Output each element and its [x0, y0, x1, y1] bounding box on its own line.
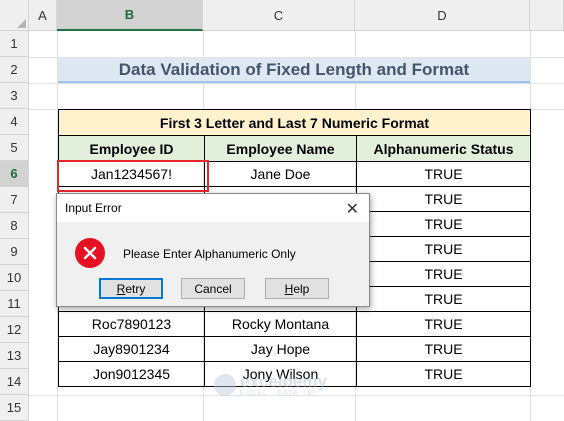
column-header-d[interactable]: D [355, 0, 530, 31]
help-button[interactable]: Help [265, 278, 329, 299]
retry-button[interactable]: Retry [99, 278, 163, 299]
close-icon[interactable]: ✕ [346, 199, 359, 219]
row-header-2[interactable]: 2 [0, 57, 29, 83]
sheet-title[interactable]: Data Validation of Fixed Length and Form… [58, 58, 530, 83]
row-header-7[interactable]: 7 [0, 187, 29, 213]
watermark-name: exceldemy [240, 372, 327, 391]
row-header-3[interactable]: 3 [0, 83, 29, 109]
row-header-15[interactable]: 15 [0, 395, 29, 421]
cell-status[interactable]: TRUE [356, 261, 531, 287]
cell-status[interactable]: TRUE [356, 336, 531, 362]
cell-employee-name[interactable]: Rocky Montana [204, 311, 357, 337]
column-header-b[interactable]: B [57, 0, 203, 31]
active-cell-border [57, 160, 209, 192]
column-header-a[interactable]: A [29, 0, 57, 31]
table-subtitle[interactable]: First 3 Letter and Last 7 Numeric Format [58, 109, 531, 136]
column-header-c[interactable]: C [203, 0, 355, 31]
input-error-dialog: Input Error ✕ Please Enter Alphanumeric … [56, 193, 370, 307]
row-header-10[interactable]: 10 [0, 265, 29, 291]
row-header-12[interactable]: 12 [0, 317, 29, 343]
header-alphanumeric-status[interactable]: Alphanumeric Status [356, 135, 531, 162]
select-all-corner[interactable] [0, 0, 29, 31]
row-header-5[interactable]: 5 [0, 135, 29, 161]
row-header-6[interactable]: 6 [0, 161, 29, 187]
row-header-9[interactable]: 9 [0, 239, 29, 265]
cancel-button[interactable]: Cancel [181, 278, 245, 299]
cell-employee-id[interactable]: Jon9012345 [58, 361, 205, 387]
cell-employee-name[interactable]: Jane Doe [204, 161, 357, 187]
error-icon [75, 238, 105, 268]
cell-status[interactable]: TRUE [356, 361, 531, 387]
dialog-titlebar[interactable]: Input Error ✕ [57, 194, 369, 222]
cell-status[interactable]: TRUE [356, 161, 531, 187]
watermark: exceldemy EXCEL · DATA · BI [214, 373, 327, 397]
row-header-11[interactable]: 11 [0, 291, 29, 317]
row-header-13[interactable]: 13 [0, 343, 29, 369]
cell-employee-id[interactable]: Roc7890123 [58, 311, 205, 337]
watermark-tagline: EXCEL · DATA · BI [240, 390, 316, 397]
dialog-title: Input Error [65, 201, 122, 215]
cell-status[interactable]: TRUE [356, 236, 531, 262]
header-employee-id[interactable]: Employee ID [58, 135, 205, 162]
cell-employee-id[interactable]: Jay8901234 [58, 336, 205, 362]
cell-status[interactable]: TRUE [356, 311, 531, 337]
row-header-1[interactable]: 1 [0, 31, 29, 57]
row-header-14[interactable]: 14 [0, 369, 29, 395]
column-header-blank[interactable] [530, 0, 564, 31]
row-header-8[interactable]: 8 [0, 213, 29, 239]
cell-status[interactable]: TRUE [356, 211, 531, 237]
watermark-logo-icon [214, 374, 236, 396]
dialog-message: Please Enter Alphanumeric Only [123, 247, 296, 261]
header-employee-name[interactable]: Employee Name [204, 135, 357, 162]
cell-employee-name[interactable]: Jay Hope [204, 336, 357, 362]
cell-status[interactable]: TRUE [356, 186, 531, 212]
cell-status[interactable]: TRUE [356, 286, 531, 312]
row-header-4[interactable]: 4 [0, 109, 29, 135]
